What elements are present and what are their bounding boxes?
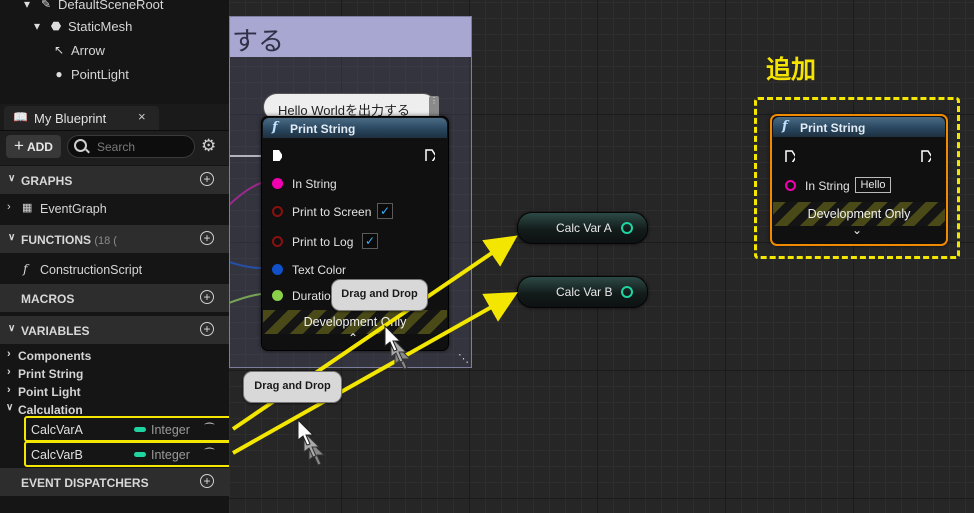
point-light-icon: ● — [55, 67, 63, 81]
add-event-dispatcher-button[interactable]: + — [200, 474, 214, 488]
variable-calcvarb[interactable]: CalcVarB Integer ⁀ — [24, 441, 232, 467]
cursor-icon — [297, 418, 326, 466]
drag-and-drop-tooltip: Drag and Drop — [331, 279, 428, 311]
chevron-down-icon: ∨ — [8, 232, 16, 243]
scene-root-icon: ✎ — [40, 0, 52, 11]
variable-type: Integer — [151, 448, 190, 462]
arrow-component-icon: ↖ — [53, 43, 65, 57]
section-functions[interactable]: ∨ FUNCTIONS (18 ( + — [0, 225, 229, 253]
add-function-button[interactable]: + — [200, 231, 214, 245]
cursor-icon — [384, 324, 412, 370]
component-label: Arrow — [71, 42, 105, 58]
component-point-light[interactable]: ● PointLight — [52, 63, 129, 85]
variable-name: CalcVarA — [31, 423, 83, 437]
chevron-right-icon: › — [7, 366, 11, 378]
function-item-label: ConstructionScript — [40, 263, 143, 277]
function-item-constructionscript[interactable]: f ConstructionScript — [0, 260, 229, 280]
component-label: StaticMesh — [68, 18, 133, 34]
chevron-down-icon: ∨ — [6, 402, 14, 413]
gear-icon[interactable]: ⚙ — [201, 136, 216, 156]
chevron-down-icon: ∨ — [8, 323, 16, 334]
add-graph-button[interactable]: + — [200, 172, 214, 186]
integer-type-pill — [134, 452, 146, 457]
function-count: (18 ( — [94, 235, 117, 247]
add-button-label: ADD — [26, 139, 53, 154]
static-mesh-icon: ⬣ — [50, 19, 62, 33]
tab-my-blueprint[interactable]: 📖 My Blueprint × — [4, 106, 159, 130]
chevron-right-icon: › — [7, 384, 11, 396]
search-icon — [74, 139, 87, 152]
tab-bar: 📖 My Blueprint × — [0, 104, 229, 131]
component-label: DefaultSceneRoot — [58, 0, 164, 12]
variable-type: Integer — [151, 423, 190, 437]
add-macro-button[interactable]: + — [200, 290, 214, 304]
section-title-text: FUNCTIONS — [21, 233, 91, 247]
search-input[interactable]: Search — [67, 135, 195, 158]
function-icon: f — [23, 261, 28, 276]
eye-closed-icon[interactable]: ⁀ — [205, 448, 214, 461]
chevron-right-icon[interactable]: › — [7, 201, 11, 213]
section-title: GRAPHS — [21, 174, 73, 188]
search-placeholder: Search — [97, 140, 136, 154]
section-event-dispatchers[interactable]: EVENT DISPATCHERS + — [0, 468, 229, 496]
drag-and-drop-tooltip: Drag and Drop — [243, 371, 342, 403]
category-label: Components — [18, 349, 92, 363]
add-variable-button[interactable]: + — [200, 322, 214, 336]
chevron-down-icon: ∨ — [8, 173, 16, 184]
blueprint-panel: ▾ ✎ DefaultSceneRoot ▾ ⬣ StaticMesh ↖ Ar… — [0, 0, 232, 513]
component-label: PointLight — [71, 66, 129, 82]
section-title: VARIABLES — [21, 324, 90, 338]
component-static-mesh[interactable]: ▾ ⬣ StaticMesh — [30, 15, 132, 37]
component-arrow[interactable]: ↖ Arrow — [52, 39, 105, 61]
section-title: EVENT DISPATCHERS — [21, 476, 149, 490]
graph-item-eventgraph[interactable]: › ▦ EventGraph — [0, 199, 229, 219]
category-label: Point Light — [18, 385, 81, 399]
section-graphs[interactable]: ∨ GRAPHS + — [0, 166, 229, 194]
category-label: Calculation — [18, 403, 83, 417]
event-graph-canvas[interactable]: する Hello Worldを出力する ⋮ ⋱ f Print String I… — [229, 0, 974, 513]
chevron-right-icon: › — [7, 348, 11, 360]
chevron-down-icon[interactable]: ▾ — [20, 0, 34, 11]
variable-category-point-light[interactable]: › Point Light — [0, 383, 229, 401]
variable-category-print-string[interactable]: › Print String — [0, 365, 229, 383]
integer-type-pill — [134, 427, 146, 432]
component-default-scene-root[interactable]: ▾ ✎ DefaultSceneRoot — [20, 0, 164, 15]
variable-calcvara[interactable]: CalcVarA Integer ⁀ — [24, 416, 232, 442]
category-label: Print String — [18, 367, 84, 381]
tab-label: My Blueprint — [34, 111, 107, 126]
add-button[interactable]: + ADD — [6, 135, 61, 158]
graph-item-label: EventGraph — [40, 202, 107, 216]
blueprint-toolbar: + ADD Search ⚙ — [0, 131, 229, 165]
section-title: MACROS — [21, 292, 75, 306]
plus-icon: + — [14, 135, 24, 155]
chevron-down-icon[interactable]: ▾ — [30, 19, 44, 33]
variable-category-components[interactable]: › Components — [0, 347, 229, 365]
section-title: FUNCTIONS (18 ( — [21, 233, 117, 247]
variable-name: CalcVarB — [31, 448, 83, 462]
close-icon[interactable]: × — [138, 109, 146, 124]
eye-closed-icon[interactable]: ⁀ — [205, 423, 214, 436]
book-icon: 📖 — [13, 110, 28, 124]
section-variables[interactable]: ∨ VARIABLES + — [0, 316, 229, 344]
graph-icon: ▦ — [22, 202, 33, 214]
section-macros[interactable]: MACROS + — [0, 284, 229, 312]
